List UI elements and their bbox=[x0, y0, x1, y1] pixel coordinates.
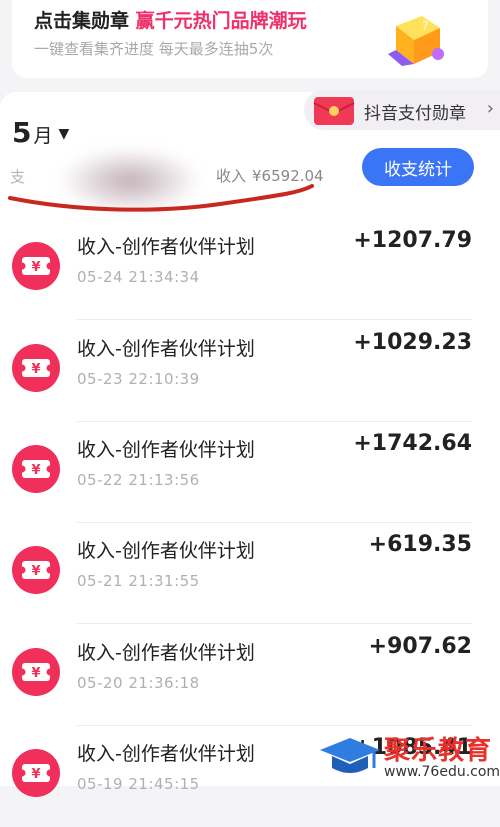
month-unit: 月 bbox=[33, 125, 53, 147]
month-selector[interactable]: 5 月 ▼ bbox=[12, 116, 69, 149]
yen-ticket-icon: ¥ bbox=[12, 242, 60, 290]
stats-button[interactable]: 收支统计 bbox=[362, 148, 474, 186]
promo-title-prefix: 点击集勋章 bbox=[34, 10, 130, 32]
transaction-amount: +1207.79 bbox=[353, 228, 472, 253]
row-divider bbox=[77, 725, 472, 726]
transaction-time: 05-23 22:10:39 bbox=[77, 370, 200, 388]
transaction-row[interactable]: ¥ 收入-创作者伙伴计划 05-23 22:10:39 +1029.23 bbox=[0, 322, 500, 422]
svg-text:¥: ¥ bbox=[31, 362, 40, 377]
row-divider bbox=[77, 623, 472, 624]
svg-text:¥: ¥ bbox=[31, 767, 40, 782]
month-number: 5 bbox=[12, 116, 32, 149]
transaction-amount: +907.62 bbox=[368, 634, 472, 659]
transaction-row[interactable]: ¥ 收入-创作者伙伴计划 05-22 21:13:56 +1742.64 bbox=[0, 423, 500, 523]
transaction-amount: +619.35 bbox=[368, 532, 472, 557]
transaction-time: 05-24 21:34:34 bbox=[77, 268, 200, 286]
promo-subtitle: 一键查看集齐进度 每天最多连抽5次 bbox=[34, 40, 274, 58]
svg-text:¥: ¥ bbox=[31, 564, 40, 579]
transaction-amount: +1029.23 bbox=[353, 330, 472, 355]
yen-ticket-icon: ¥ bbox=[12, 546, 60, 594]
payment-badge-entry[interactable]: 抖音支付勋章 › bbox=[304, 90, 500, 130]
row-divider bbox=[77, 522, 472, 523]
red-envelope-icon bbox=[313, 97, 355, 125]
yen-ticket-icon: ¥ bbox=[12, 344, 60, 392]
watermark-name: 聚乐教育 bbox=[384, 736, 493, 766]
transaction-row[interactable]: ¥ 收入-创作者伙伴计划 05-21 21:31:55 +619.35 bbox=[0, 524, 500, 624]
watermark-url: www.76edu.com bbox=[384, 764, 500, 780]
gift-box-icon: ? bbox=[388, 16, 444, 66]
transaction-time: 05-21 21:31:55 bbox=[77, 572, 200, 590]
transaction-title: 收入-创作者伙伴计划 bbox=[77, 642, 255, 664]
yen-ticket-icon: ¥ bbox=[12, 648, 60, 696]
transaction-time: 05-22 21:13:56 bbox=[77, 471, 200, 489]
transaction-title: 收入-创作者伙伴计划 bbox=[77, 743, 255, 765]
transaction-title: 收入-创作者伙伴计划 bbox=[77, 338, 255, 360]
payment-badge-label: 抖音支付勋章 bbox=[364, 104, 466, 124]
transaction-time: 05-20 21:36:18 bbox=[77, 674, 200, 692]
transaction-row[interactable]: ¥ 收入-创作者伙伴计划 05-20 21:36:18 +907.62 bbox=[0, 626, 500, 726]
transaction-title: 收入-创作者伙伴计划 bbox=[77, 236, 255, 258]
transaction-title: 收入-创作者伙伴计划 bbox=[77, 540, 255, 562]
watermark: 聚乐教育 www.76edu.com bbox=[318, 730, 500, 786]
red-underline-mark bbox=[8, 184, 314, 212]
caret-down-icon: ▼ bbox=[58, 126, 70, 142]
transaction-row[interactable]: ¥ 收入-创作者伙伴计划 05-24 21:34:34 +1207.79 bbox=[0, 220, 500, 320]
svg-text:¥: ¥ bbox=[31, 463, 40, 478]
chevron-right-icon: › bbox=[486, 98, 494, 119]
row-divider bbox=[77, 319, 472, 320]
promo-banner[interactable]: 点击集勋章 赢千元热门品牌潮玩 一键查看集齐进度 每天最多连抽5次 ? bbox=[12, 0, 488, 78]
promo-title-highlight: 赢千元热门品牌潮玩 bbox=[135, 10, 307, 32]
row-divider bbox=[77, 421, 472, 422]
yen-ticket-icon: ¥ bbox=[12, 445, 60, 493]
yen-ticket-icon: ¥ bbox=[12, 749, 60, 797]
svg-text:¥: ¥ bbox=[31, 260, 40, 275]
graduation-cap-icon bbox=[320, 738, 380, 773]
svg-text:?: ? bbox=[422, 19, 428, 33]
transaction-time: 05-19 21:45:15 bbox=[77, 775, 200, 793]
transaction-amount: +1742.64 bbox=[353, 431, 472, 456]
promo-title: 点击集勋章 赢千元热门品牌潮玩 bbox=[34, 6, 307, 33]
svg-text:¥: ¥ bbox=[31, 666, 40, 681]
transaction-title: 收入-创作者伙伴计划 bbox=[77, 439, 255, 461]
